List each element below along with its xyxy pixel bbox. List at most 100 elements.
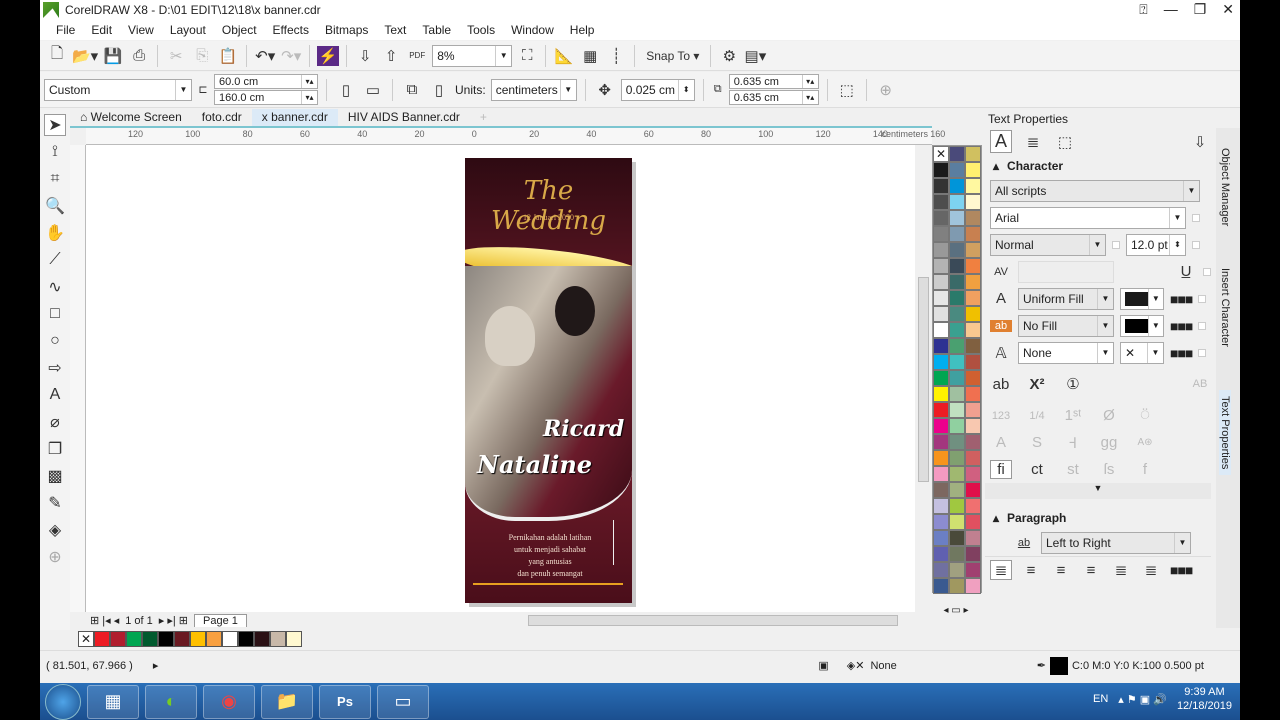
close-button[interactable]: ✕: [1222, 1, 1234, 18]
document-palette[interactable]: ✕: [78, 630, 378, 648]
tab-text-properties[interactable]: Text Properties: [1219, 390, 1231, 476]
color-swatch[interactable]: [965, 338, 981, 354]
color-swatch[interactable]: [965, 354, 981, 370]
direction-combo[interactable]: Left to Right ▼: [1041, 531, 1191, 554]
page-height-field[interactable]: 160.0 cm ▾▴: [214, 90, 318, 105]
snap-to-button[interactable]: Snap To ▾: [642, 45, 703, 67]
color-swatch[interactable]: [933, 162, 949, 178]
color-swatch[interactable]: [286, 631, 302, 647]
print-icon[interactable]: ⎙: [128, 45, 150, 67]
apply-icon[interactable]: ⇩: [1189, 133, 1211, 151]
new-tab-icon[interactable]: +: [470, 109, 497, 126]
menu-tools[interactable]: Tools: [459, 23, 503, 37]
color-swatch[interactable]: [933, 466, 949, 482]
text-fill-color[interactable]: ▼: [1120, 287, 1164, 310]
vertical-ruler[interactable]: [70, 145, 86, 612]
color-swatch[interactable]: [933, 322, 949, 338]
color-swatch[interactable]: [933, 210, 949, 226]
no-alignment-icon[interactable]: ≣: [990, 560, 1012, 580]
show-rulers-icon[interactable]: 📐: [553, 45, 575, 67]
color-swatch[interactable]: [965, 546, 981, 562]
color-swatch[interactable]: [110, 631, 126, 647]
shape-tool-icon[interactable]: ⟟: [44, 141, 66, 163]
uppercase-icon[interactable]: ab: [990, 376, 1012, 393]
color-swatch[interactable]: [933, 402, 949, 418]
color-swatch[interactable]: [965, 402, 981, 418]
taskbar-chrome[interactable]: ◉: [203, 684, 255, 719]
color-swatch[interactable]: [126, 631, 142, 647]
color-swatch[interactable]: [949, 322, 965, 338]
slashed-zero-icon[interactable]: Ø: [1098, 407, 1120, 424]
color-swatch[interactable]: [949, 562, 965, 578]
current-page-icon[interactable]: ▯: [428, 79, 450, 101]
minimize-button[interactable]: —: [1164, 1, 1178, 18]
scripts-combo[interactable]: All scripts ▼: [990, 179, 1200, 202]
color-palette[interactable]: ✕: [932, 145, 982, 594]
color-swatch[interactable]: [965, 210, 981, 226]
align-right-icon[interactable]: ≡: [1080, 562, 1102, 579]
color-swatch[interactable]: [965, 498, 981, 514]
ordinal-icon[interactable]: 1ˢᵗ: [1062, 407, 1084, 424]
color-swatch[interactable]: [949, 194, 965, 210]
kerning-field[interactable]: [1018, 260, 1114, 283]
nudge-distance-field[interactable]: 0.025 cm ⬍: [620, 78, 695, 101]
menu-layout[interactable]: Layout: [162, 23, 214, 37]
color-swatch[interactable]: [949, 162, 965, 178]
interactive-fill-icon[interactable]: ◈: [44, 519, 66, 541]
historical-forms-icon[interactable]: ſs: [1098, 461, 1120, 478]
color-swatch[interactable]: [949, 290, 965, 306]
color-swatch[interactable]: [965, 226, 981, 242]
color-swatch[interactable]: [933, 418, 949, 434]
color-swatch[interactable]: [174, 631, 190, 647]
color-swatch[interactable]: [965, 242, 981, 258]
taskbar-coreldraw[interactable]: ◐: [145, 684, 197, 719]
ellipse-tool-icon[interactable]: ○: [44, 330, 66, 352]
color-swatch[interactable]: [933, 338, 949, 354]
tab-hiv-aids-banner[interactable]: HIV AIDS Banner.cdr: [338, 109, 470, 126]
tab-insert-character[interactable]: Insert Character: [1219, 268, 1231, 347]
ornaments-icon[interactable]: A⊛: [1134, 437, 1156, 448]
page-tab-1[interactable]: Page 1: [194, 614, 247, 627]
justify-icon[interactable]: ≣: [1110, 561, 1132, 579]
more-icon[interactable]: ■■■: [1170, 562, 1193, 578]
color-swatch[interactable]: [949, 450, 965, 466]
full-screen-preview-icon[interactable]: ⛶: [516, 45, 538, 67]
color-swatch[interactable]: [949, 466, 965, 482]
taskbar-photoshop[interactable]: Ps: [319, 684, 371, 719]
paragraph-icon[interactable]: ≣: [1022, 133, 1044, 151]
color-swatch[interactable]: [949, 226, 965, 242]
swash-icon[interactable]: A: [990, 434, 1012, 451]
color-swatch[interactable]: [94, 631, 110, 647]
color-swatch[interactable]: [933, 226, 949, 242]
color-swatch[interactable]: [933, 514, 949, 530]
menu-table[interactable]: Table: [414, 23, 459, 37]
color-swatch[interactable]: [949, 482, 965, 498]
tab-x-banner[interactable]: x banner.cdr: [251, 109, 338, 126]
cut-icon[interactable]: ✂: [165, 45, 187, 67]
color-swatch[interactable]: [949, 514, 965, 530]
more-icon[interactable]: ■■■: [1170, 291, 1193, 307]
color-swatch[interactable]: [222, 631, 238, 647]
clock[interactable]: 9:39 AM 12/18/2019: [1177, 685, 1232, 713]
color-swatch[interactable]: [965, 386, 981, 402]
units-combo[interactable]: centimeters ▼: [490, 78, 577, 101]
color-swatch[interactable]: [965, 306, 981, 322]
color-swatch[interactable]: [949, 338, 965, 354]
all-caps-icon[interactable]: AB: [1189, 378, 1211, 390]
color-swatch[interactable]: [254, 631, 270, 647]
character-section[interactable]: ▴ Character: [985, 155, 1211, 177]
color-swatch[interactable]: [270, 631, 286, 647]
save-icon[interactable]: 💾: [102, 45, 124, 67]
color-swatch[interactable]: [933, 354, 949, 370]
page-preset-combo[interactable]: Custom ▼: [44, 78, 192, 101]
zoom-tool-icon[interactable]: 🔍: [44, 195, 66, 217]
discretionary-icon[interactable]: gg: [1098, 434, 1120, 451]
color-swatch[interactable]: [933, 194, 949, 210]
polygon-tool-icon[interactable]: ⇨: [44, 357, 66, 379]
color-swatch[interactable]: [965, 178, 981, 194]
color-swatch[interactable]: [238, 631, 254, 647]
tray-icons[interactable]: ▴ ⚑ ▣ 🔊: [1118, 693, 1167, 706]
horizontal-scrollbar[interactable]: [510, 614, 910, 627]
color-swatch[interactable]: [933, 290, 949, 306]
color-swatch[interactable]: [965, 514, 981, 530]
